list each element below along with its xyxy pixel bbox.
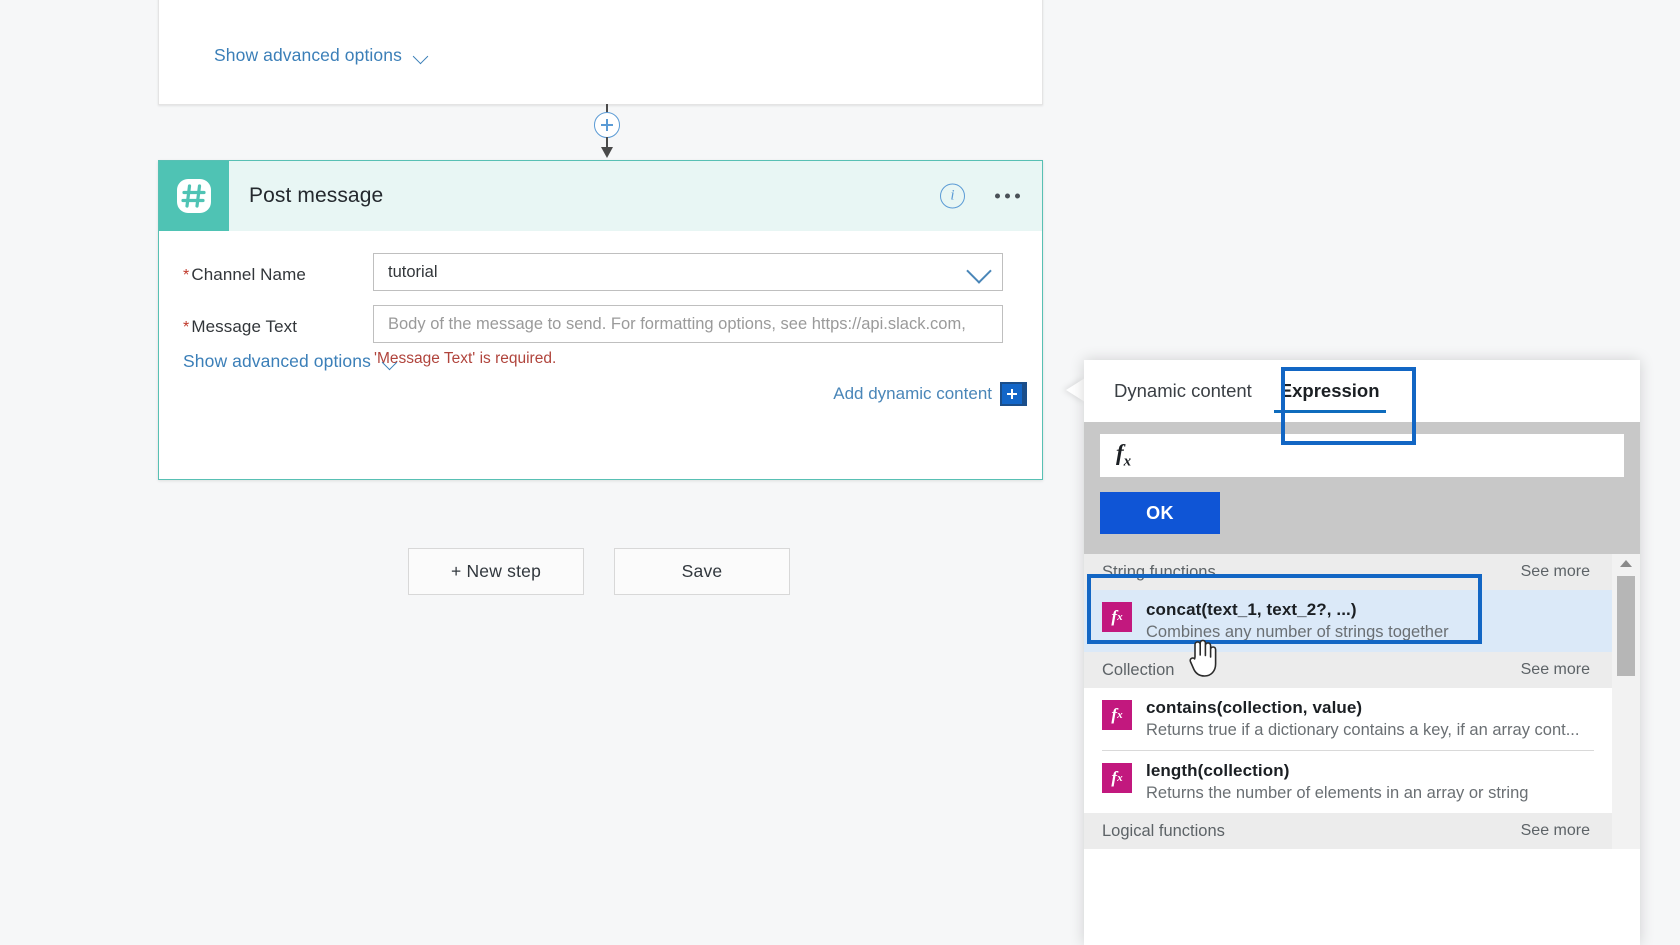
show-advanced-options-label: Show advanced options	[214, 45, 402, 66]
insert-step-plus-icon[interactable]	[594, 112, 620, 138]
ok-button[interactable]: OK	[1100, 492, 1220, 534]
function-item-length[interactable]: fx length(collection) Returns the number…	[1084, 751, 1612, 813]
add-dynamic-content-row: Add dynamic content	[373, 382, 1027, 406]
function-item-texts: concat(text_1, text_2?, ...) Combines an…	[1146, 600, 1449, 642]
field-channel-name: *Channel Name tutorial	[183, 253, 1018, 291]
chevron-down-icon	[383, 357, 398, 366]
function-list: String functions See more fx concat(text…	[1084, 554, 1640, 849]
mouse-cursor-hand-icon	[1185, 637, 1219, 684]
fx-icon: fx	[1116, 440, 1131, 471]
flow-action-buttons: + New step Save	[408, 548, 790, 595]
required-marker: *	[183, 267, 189, 284]
save-button[interactable]: Save	[614, 548, 790, 595]
expression-input[interactable]: fx	[1100, 434, 1624, 477]
slack-hash-icon	[159, 161, 229, 231]
message-text-label: *Message Text	[183, 305, 373, 337]
scrollbar-thumb[interactable]	[1617, 576, 1635, 676]
group-title: String functions	[1102, 563, 1216, 582]
function-description: Returns the number of elements in an arr…	[1146, 784, 1528, 803]
panel-pointer	[1066, 378, 1085, 402]
function-item-contains[interactable]: fx contains(collection, value) Returns t…	[1084, 688, 1612, 750]
more-options-icon[interactable]	[995, 194, 1020, 199]
plus-icon[interactable]	[1002, 384, 1022, 404]
connector-arrow-icon	[601, 147, 613, 158]
function-item-concat[interactable]: fx concat(text_1, text_2?, ...) Combines…	[1084, 590, 1612, 652]
show-advanced-options-label: Show advanced options	[183, 351, 371, 372]
previous-step-card[interactable]: Show advanced options	[158, 0, 1043, 105]
group-title: Collection	[1102, 661, 1174, 680]
see-more-link[interactable]: See more	[1521, 563, 1590, 581]
function-signature: length(collection)	[1146, 761, 1528, 781]
channel-name-control: tutorial	[373, 253, 1018, 291]
step-connector	[594, 104, 620, 158]
post-message-header-actions: i	[940, 184, 1020, 209]
post-message-title: Post message	[249, 184, 383, 208]
chevron-down-icon[interactable]	[968, 262, 990, 276]
function-item-texts: length(collection) Returns the number of…	[1146, 761, 1528, 803]
info-icon[interactable]: i	[940, 184, 965, 209]
post-message-header: Post message i	[159, 161, 1042, 231]
function-signature: contains(collection, value)	[1146, 698, 1579, 718]
show-advanced-options-post-message[interactable]: Show advanced options	[183, 351, 398, 372]
button-edge	[1022, 384, 1025, 404]
message-text-error: 'Message Text' is required.	[374, 350, 1027, 368]
group-header-string-functions: String functions See more	[1084, 554, 1612, 590]
function-signature: concat(text_1, text_2?, ...)	[1146, 600, 1449, 620]
required-marker: *	[183, 319, 189, 336]
new-step-button[interactable]: + New step	[408, 548, 584, 595]
message-text-input[interactable]: Body of the message to send. For formatt…	[373, 305, 1003, 343]
see-more-link[interactable]: See more	[1521, 661, 1590, 679]
fx-icon: fx	[1102, 700, 1132, 730]
channel-name-input[interactable]: tutorial	[373, 253, 1003, 291]
group-header-collection: Collection See more	[1084, 652, 1612, 688]
dynamic-content-panel: Dynamic content Expression fx OK String …	[1084, 360, 1640, 945]
scroll-up-arrow-icon[interactable]	[1620, 560, 1632, 567]
group-header-logical-functions: Logical functions See more	[1084, 813, 1612, 849]
app-canvas: Show advanced options	[0, 0, 1680, 945]
message-text-control: Body of the message to send. For formatt…	[373, 305, 1027, 406]
fx-icon: fx	[1102, 763, 1132, 793]
panel-scrollbar[interactable]	[1612, 554, 1640, 849]
channel-name-value: tutorial	[388, 263, 438, 282]
function-description: Returns true if a dictionary contains a …	[1146, 721, 1579, 740]
add-dynamic-content-link[interactable]: Add dynamic content	[833, 384, 992, 404]
function-item-texts: contains(collection, value) Returns true…	[1146, 698, 1579, 740]
expression-editor-area: fx OK	[1084, 422, 1640, 554]
channel-name-label: *Channel Name	[183, 253, 373, 285]
post-message-body: *Channel Name tutorial *Message Text Bod…	[159, 231, 1042, 406]
tab-dynamic-content[interactable]: Dynamic content	[1100, 360, 1266, 422]
see-more-link[interactable]: See more	[1521, 822, 1590, 840]
tab-expression[interactable]: Expression	[1266, 360, 1394, 422]
post-message-card[interactable]: Post message i *Channel Name tutorial	[158, 160, 1043, 480]
add-dynamic-content-button-highlight	[1000, 382, 1027, 406]
panel-tabs: Dynamic content Expression	[1084, 360, 1640, 422]
show-advanced-options-previous[interactable]: Show advanced options	[214, 45, 429, 66]
fx-icon: fx	[1102, 602, 1132, 632]
chevron-down-icon	[414, 51, 429, 60]
group-title: Logical functions	[1102, 822, 1225, 841]
